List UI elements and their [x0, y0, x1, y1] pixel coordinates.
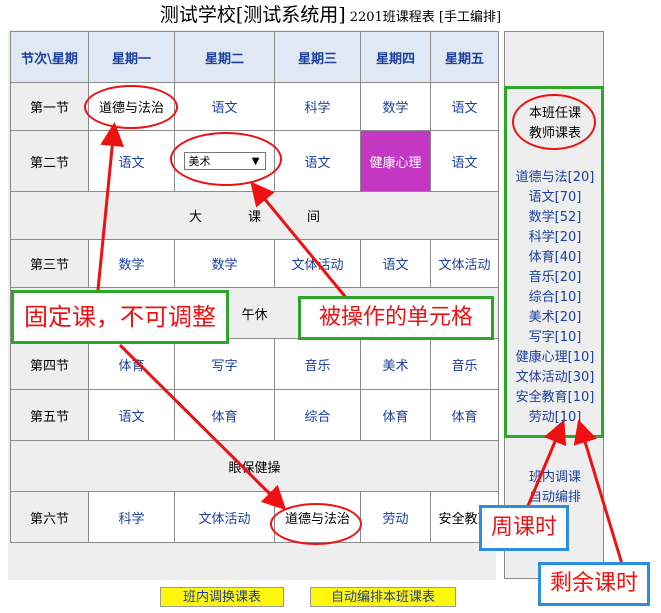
page-subtitle: 2201班课程表 [手工编排] — [349, 10, 502, 25]
schedule-cell[interactable]: 语文 — [274, 130, 361, 192]
period-label: 第三节 — [10, 239, 89, 288]
schedule-cell[interactable]: 文体活动 — [430, 239, 499, 288]
auto-arrange-button[interactable]: 自动编排本班课表 — [310, 587, 456, 607]
break-label: 眼保健操 — [10, 440, 499, 492]
header-thu: 星期四 — [360, 31, 431, 83]
table-row: 第六节 科学 文体活动 道德与法治 劳动 安全教育 — [10, 491, 499, 543]
schedule-cell[interactable]: 音乐 — [274, 338, 361, 390]
table-row: 第三节 数学 数学 文体活动 语文 文体活动 — [10, 239, 499, 288]
header-mon: 星期一 — [88, 31, 175, 83]
page-title-row: 测试学校[测试系统用] 2201班课程表 [手工编排] — [0, 0, 661, 28]
schedule-cell[interactable]: 科学 — [274, 82, 361, 131]
remaining-hours-callout: 剩余课时 — [538, 562, 650, 606]
schedule-cell-highlighted[interactable]: 健康心理 — [360, 130, 431, 192]
highlight-oval — [270, 503, 362, 545]
period-label: 第一节 — [10, 82, 89, 131]
header-period: 节次\星期 — [10, 31, 89, 83]
period-label: 第五节 — [10, 389, 89, 441]
swap-link[interactable]: 班内调课 — [505, 466, 605, 485]
table-row: 第五节 语文 体育 综合 体育 体育 — [10, 389, 499, 441]
break-row: 眼保健操 — [10, 440, 499, 492]
period-label: 第四节 — [10, 338, 89, 390]
schedule-cell[interactable]: 语文 — [174, 82, 275, 131]
schedule-cell[interactable]: 数学 — [360, 82, 431, 131]
schedule-cell[interactable]: 写字 — [174, 338, 275, 390]
break-char: 间 — [307, 210, 321, 225]
swap-schedule-button[interactable]: 班内调换课表 — [160, 587, 284, 607]
header-wed: 星期三 — [274, 31, 361, 83]
table-row: 第四节 体育 写字 音乐 美术 音乐 — [10, 338, 499, 390]
schedule-cell[interactable]: 数学 — [88, 239, 175, 288]
schedule-cell[interactable]: 数学 — [174, 239, 275, 288]
schedule-cell[interactable]: 语文 — [88, 389, 175, 441]
header-tue: 星期二 — [174, 31, 275, 83]
break-row: 大课间 — [10, 191, 499, 240]
schedule-cell[interactable]: 文体活动 — [174, 491, 275, 543]
break-char: 大 — [188, 210, 202, 225]
period-label: 第六节 — [10, 491, 89, 543]
period-label: 第二节 — [10, 130, 89, 192]
schedule-cell[interactable]: 体育 — [88, 338, 175, 390]
schedule-cell[interactable]: 综合 — [274, 389, 361, 441]
schedule-cell[interactable]: 语文 — [430, 130, 499, 192]
highlight-oval — [170, 132, 282, 186]
schedule-cell[interactable]: 语文 — [88, 130, 175, 192]
weekly-hours-callout: 周课时 — [479, 505, 569, 551]
auto-arrange-link[interactable]: 自动编排 — [505, 486, 605, 505]
schedule-cell[interactable]: 体育 — [430, 389, 499, 441]
header-row: 节次\星期 星期一 星期二 星期三 星期四 星期五 — [10, 31, 499, 83]
remaining-hours-frame — [504, 86, 604, 438]
schedule-cell[interactable]: 体育 — [174, 389, 275, 441]
break-char: 课 — [247, 210, 261, 225]
schedule-cell[interactable]: 科学 — [88, 491, 175, 543]
schedule-cell[interactable]: 语文 — [430, 82, 499, 131]
break-label: 大课间 — [10, 191, 499, 240]
schedule-cell[interactable]: 文体活动 — [274, 239, 361, 288]
schedule-cell[interactable]: 劳动 — [360, 491, 431, 543]
highlight-oval — [84, 85, 178, 129]
schedule-cell[interactable]: 美术 — [360, 338, 431, 390]
operated-cell-callout: 被操作的单元格 — [298, 296, 494, 340]
schedule-cell[interactable]: 语文 — [360, 239, 431, 288]
schedule-cell[interactable]: 音乐 — [430, 338, 499, 390]
header-fri: 星期五 — [430, 31, 499, 83]
schedule-cell[interactable]: 体育 — [360, 389, 431, 441]
fixed-course-callout: 固定课，不可调整 — [11, 290, 229, 344]
page-title: 测试学校[测试系统用] — [159, 4, 346, 26]
